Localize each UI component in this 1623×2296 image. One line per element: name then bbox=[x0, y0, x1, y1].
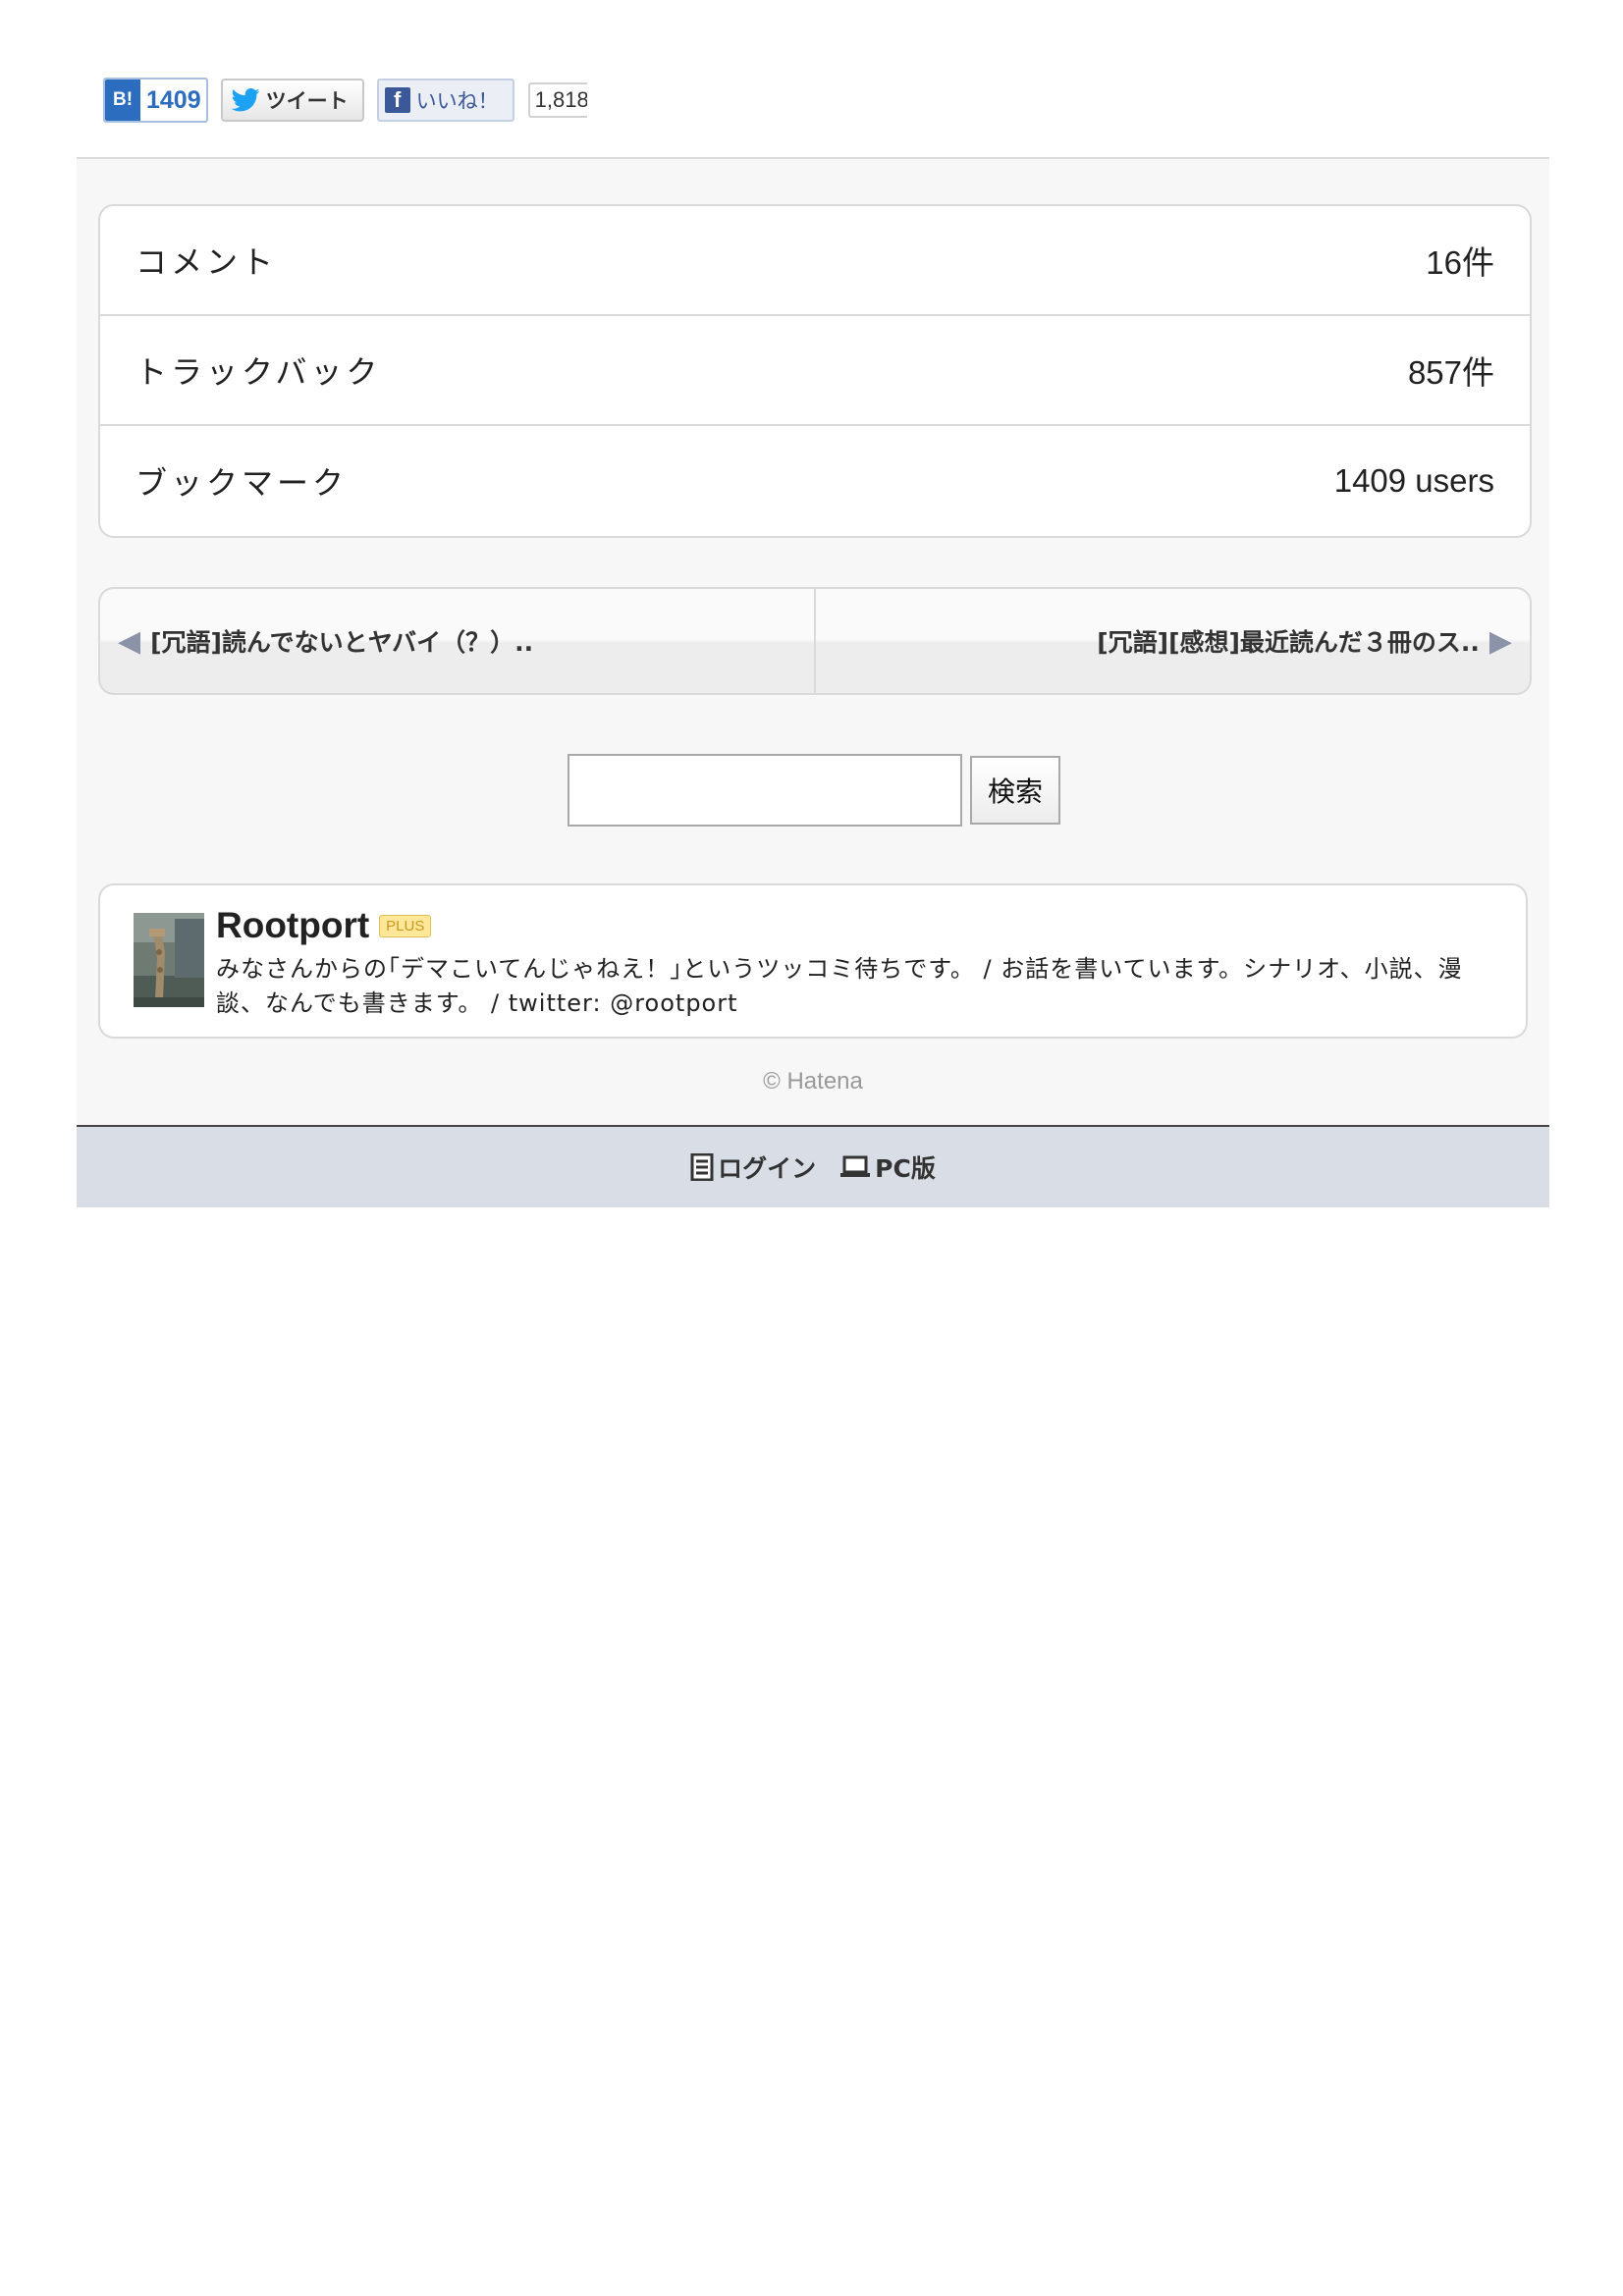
avatar[interactable] bbox=[134, 913, 204, 1007]
like-label: いいね！ bbox=[415, 89, 499, 113]
facebook-icon: f bbox=[384, 87, 410, 113]
profile-description: みなさんからの｢デマこいてんじゃねえ！｣というツッコミ待ちです。 / お話を書い… bbox=[216, 955, 1463, 1017]
giraffe-avatar-image bbox=[134, 913, 204, 1007]
tweet-label: ツイート bbox=[265, 89, 349, 113]
hatena-bookmark-icon: B! bbox=[105, 80, 140, 121]
stat-value: 16件 bbox=[1426, 244, 1494, 281]
twitter-bird-icon bbox=[231, 88, 260, 112]
login-link[interactable]: ログイン bbox=[690, 1149, 816, 1185]
stat-label: コメント bbox=[135, 243, 278, 281]
search-button[interactable]: 検索 bbox=[970, 756, 1060, 825]
notebook-icon bbox=[690, 1153, 714, 1181]
footer-bar: ログイン PC版 bbox=[77, 1125, 1549, 1207]
stat-row-comments[interactable]: コメント 16件 bbox=[100, 206, 1530, 316]
stat-row-bookmarks[interactable]: ブックマーク 1409 users bbox=[100, 426, 1530, 536]
stat-row-trackbacks[interactable]: トラックバック 857件 bbox=[100, 316, 1530, 426]
pc-version-label: PC版 bbox=[875, 1154, 936, 1183]
copyright: © Hatena bbox=[763, 1068, 863, 1095]
page: B! 1409 ツイート f いいね！ 1,818 コメント 16件 トラックバ… bbox=[0, 0, 1623, 2296]
laptop-icon bbox=[840, 1155, 871, 1177]
stat-value: 1409 users bbox=[1333, 462, 1494, 499]
search-input[interactable] bbox=[568, 754, 962, 827]
tweet-button[interactable]: ツイート bbox=[220, 79, 364, 122]
stat-label: ブックマーク bbox=[135, 464, 349, 502]
hatena-bookmark-count: 1409 bbox=[146, 85, 201, 114]
share-bar: B! 1409 ツイート f いいね！ 1,818 bbox=[103, 77, 587, 124]
stat-value: 857件 bbox=[1407, 354, 1494, 391]
next-entry-title: [冗語][感想]最近読んだ３冊のス.. bbox=[1097, 628, 1480, 657]
like-count: 1,818 bbox=[534, 87, 587, 112]
stat-label: トラックバック bbox=[135, 353, 382, 391]
profile-name[interactable]: Rootport bbox=[216, 905, 369, 946]
next-entry-link[interactable]: [冗語][感想]最近読んだ３冊のス.. ▶ bbox=[816, 589, 1530, 693]
entry-pager: ◀ [冗語]読んでないとヤバイ（？）.. [冗語][感想]最近読んだ３冊のス..… bbox=[98, 587, 1532, 695]
prev-entry-title: [冗語]読んでないとヤバイ（？）.. bbox=[150, 628, 534, 657]
profile-card: Rootport PLUS みなさんからの｢デマこいてんじゃねえ！｣というツッコ… bbox=[98, 883, 1528, 1039]
facebook-like-count: 1,818 bbox=[527, 82, 587, 118]
plus-badge: PLUS bbox=[379, 914, 432, 937]
profile-name-row: Rootport PLUS bbox=[216, 905, 432, 946]
triangle-right-icon: ▶ bbox=[1488, 623, 1512, 659]
facebook-like-button[interactable]: f いいね！ bbox=[376, 79, 514, 122]
prev-entry-link[interactable]: ◀ [冗語]読んでないとヤバイ（？）.. bbox=[100, 589, 816, 693]
login-label: ログイン bbox=[718, 1154, 817, 1183]
triangle-left-icon: ◀ bbox=[118, 623, 141, 659]
main-content: コメント 16件 トラックバック 857件 ブックマーク 1409 users … bbox=[77, 157, 1549, 1127]
search-form: 検索 bbox=[568, 754, 1060, 827]
pc-version-link[interactable]: PC版 bbox=[839, 1149, 936, 1185]
hatena-bookmark-button[interactable]: B! 1409 bbox=[103, 78, 208, 123]
stats-panel: コメント 16件 トラックバック 857件 ブックマーク 1409 users bbox=[98, 204, 1532, 538]
